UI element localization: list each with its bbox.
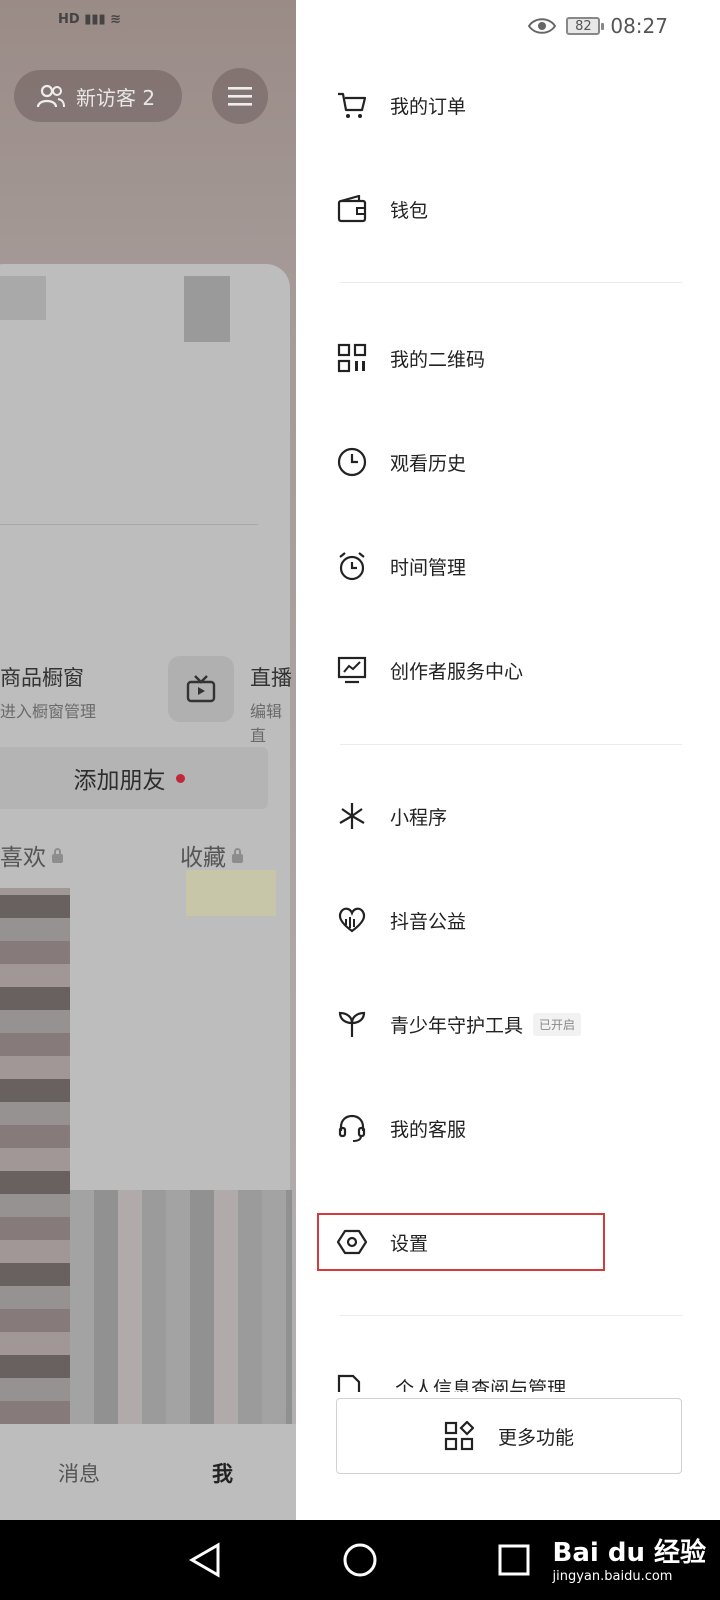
menu-item-label: 青少年守护工具 bbox=[390, 1014, 524, 1037]
menu-item-customer-service[interactable]: 我的客服 bbox=[336, 1103, 656, 1153]
settings-highlight-box bbox=[317, 1213, 605, 1271]
document-icon bbox=[336, 1374, 368, 1392]
back-icon[interactable] bbox=[188, 1542, 222, 1578]
divider bbox=[340, 282, 682, 283]
tab-likes-label: 喜欢 bbox=[0, 845, 46, 871]
menu-item-label: 我的订单 bbox=[390, 95, 467, 118]
menu-item-label: 创作者服务中心 bbox=[390, 660, 524, 683]
headset-icon bbox=[336, 1112, 368, 1144]
bottom-nav: 消息 我 bbox=[0, 1424, 296, 1520]
add-friend-label: 添加朋友 bbox=[73, 768, 166, 794]
status-icons-left: HD ▮▮▮ ≋ bbox=[58, 12, 122, 27]
menu-item-label: 抖音公益 bbox=[390, 910, 467, 933]
menu-item-label: 观看历史 bbox=[390, 452, 467, 475]
more-features-label: 更多功能 bbox=[497, 1426, 574, 1449]
divider bbox=[340, 744, 682, 745]
wallet-icon bbox=[336, 193, 368, 225]
sprout-icon bbox=[336, 1008, 368, 1040]
notification-dot bbox=[175, 773, 185, 783]
visitor-label: 新访客 2 bbox=[76, 85, 156, 110]
more-features-button[interactable]: 更多功能 bbox=[336, 1398, 682, 1474]
nav-me[interactable]: 我 bbox=[212, 1458, 233, 1488]
side-drawer: 82 08:27 我的订单 钱包 我的二维码 观看历史 时间管理 创作者服务中心… bbox=[296, 0, 720, 1520]
live-subtitle: 编辑直 bbox=[250, 702, 283, 745]
chart-monitor-icon bbox=[336, 654, 368, 686]
menu-button[interactable] bbox=[212, 68, 268, 124]
menu-item-history[interactable]: 观看历史 bbox=[336, 437, 656, 487]
home-icon[interactable] bbox=[342, 1542, 378, 1578]
menu-item-charity[interactable]: 抖音公益 bbox=[336, 895, 656, 945]
menu-item-creator-center[interactable]: 创作者服务中心 bbox=[336, 645, 656, 695]
tab-likes[interactable]: 喜欢 bbox=[0, 838, 63, 872]
watermark-url: jingyan.baidu.com bbox=[552, 1569, 673, 1584]
watermark-brand: Bai du 经验 bbox=[552, 1538, 707, 1568]
menu-item-time-management[interactable]: 时间管理 bbox=[336, 541, 656, 591]
menu-item-label: 钱包 bbox=[390, 199, 429, 222]
live-tv-icon[interactable] bbox=[168, 656, 234, 722]
menu-item-label: 个人信息查阅与管理 bbox=[395, 1378, 567, 1392]
pixelated-block bbox=[184, 276, 230, 342]
clock: 08:27 bbox=[610, 14, 668, 38]
nav-messages[interactable]: 消息 bbox=[58, 1458, 100, 1488]
menu-item-mini-program[interactable]: 小程序 bbox=[336, 791, 656, 841]
alarm-icon bbox=[336, 550, 368, 582]
live-title[interactable]: 直播 bbox=[250, 662, 292, 692]
divider bbox=[340, 1315, 682, 1316]
hamburger-icon bbox=[228, 87, 252, 106]
qrcode-icon bbox=[336, 342, 368, 374]
shop-window-subtitle: 进入橱窗管理 bbox=[0, 702, 97, 721]
pixelated-avatar bbox=[0, 276, 46, 320]
video-thumbnail[interactable] bbox=[0, 888, 70, 1424]
status-badge: 已开启 bbox=[533, 1012, 582, 1036]
menu-item-orders[interactable]: 我的订单 bbox=[336, 80, 656, 130]
battery-level: 82 bbox=[575, 18, 592, 34]
battery-indicator: 82 bbox=[566, 17, 605, 35]
menu-item-personal-info[interactable]: 个人信息查阅与管理 bbox=[336, 1374, 676, 1392]
lock-icon bbox=[232, 848, 243, 863]
baidu-watermark: Bai du 经验 jingyan.baidu.com bbox=[553, 1532, 707, 1584]
lock-icon bbox=[52, 848, 63, 863]
mini-program-icon bbox=[336, 800, 368, 832]
profile-page-dimmed: HD ▮▮▮ ≋ 新访客 2 商品橱窗 进入橱窗管理 直播 编辑直 添加朋友 喜… bbox=[0, 0, 296, 1520]
tab-favorites-label: 收藏 bbox=[180, 845, 226, 871]
eye-icon bbox=[528, 18, 557, 34]
charity-heart-icon bbox=[336, 904, 368, 936]
shop-window-title[interactable]: 商品橱窗 bbox=[0, 662, 84, 692]
visitors-icon bbox=[36, 84, 65, 108]
menu-item-youth-protection[interactable]: 青少年守护工具 已开启 bbox=[336, 999, 656, 1049]
cart-icon bbox=[336, 89, 368, 121]
new-visitors-button[interactable]: 新访客 2 bbox=[14, 70, 182, 122]
recents-icon[interactable] bbox=[498, 1544, 530, 1576]
menu-item-label: 我的客服 bbox=[390, 1118, 467, 1141]
system-nav-bar: Bai du 经验 jingyan.baidu.com bbox=[0, 1520, 720, 1600]
menu-item-qrcode[interactable]: 我的二维码 bbox=[336, 333, 656, 383]
menu-item-label: 我的二维码 bbox=[390, 348, 486, 371]
tab-favorites[interactable]: 收藏 bbox=[180, 838, 243, 872]
apps-grid-icon bbox=[444, 1421, 474, 1451]
video-thumbnail[interactable] bbox=[70, 1190, 292, 1424]
menu-item-label: 小程序 bbox=[390, 806, 448, 829]
divider bbox=[0, 524, 258, 525]
status-bar: 82 08:27 bbox=[528, 14, 668, 38]
menu-item-wallet[interactable]: 钱包 bbox=[336, 184, 656, 234]
add-friend-button[interactable]: 添加朋友 bbox=[0, 747, 268, 809]
pixelated-block bbox=[186, 870, 276, 916]
menu-item-label: 时间管理 bbox=[390, 556, 467, 579]
clock-icon bbox=[336, 446, 368, 478]
